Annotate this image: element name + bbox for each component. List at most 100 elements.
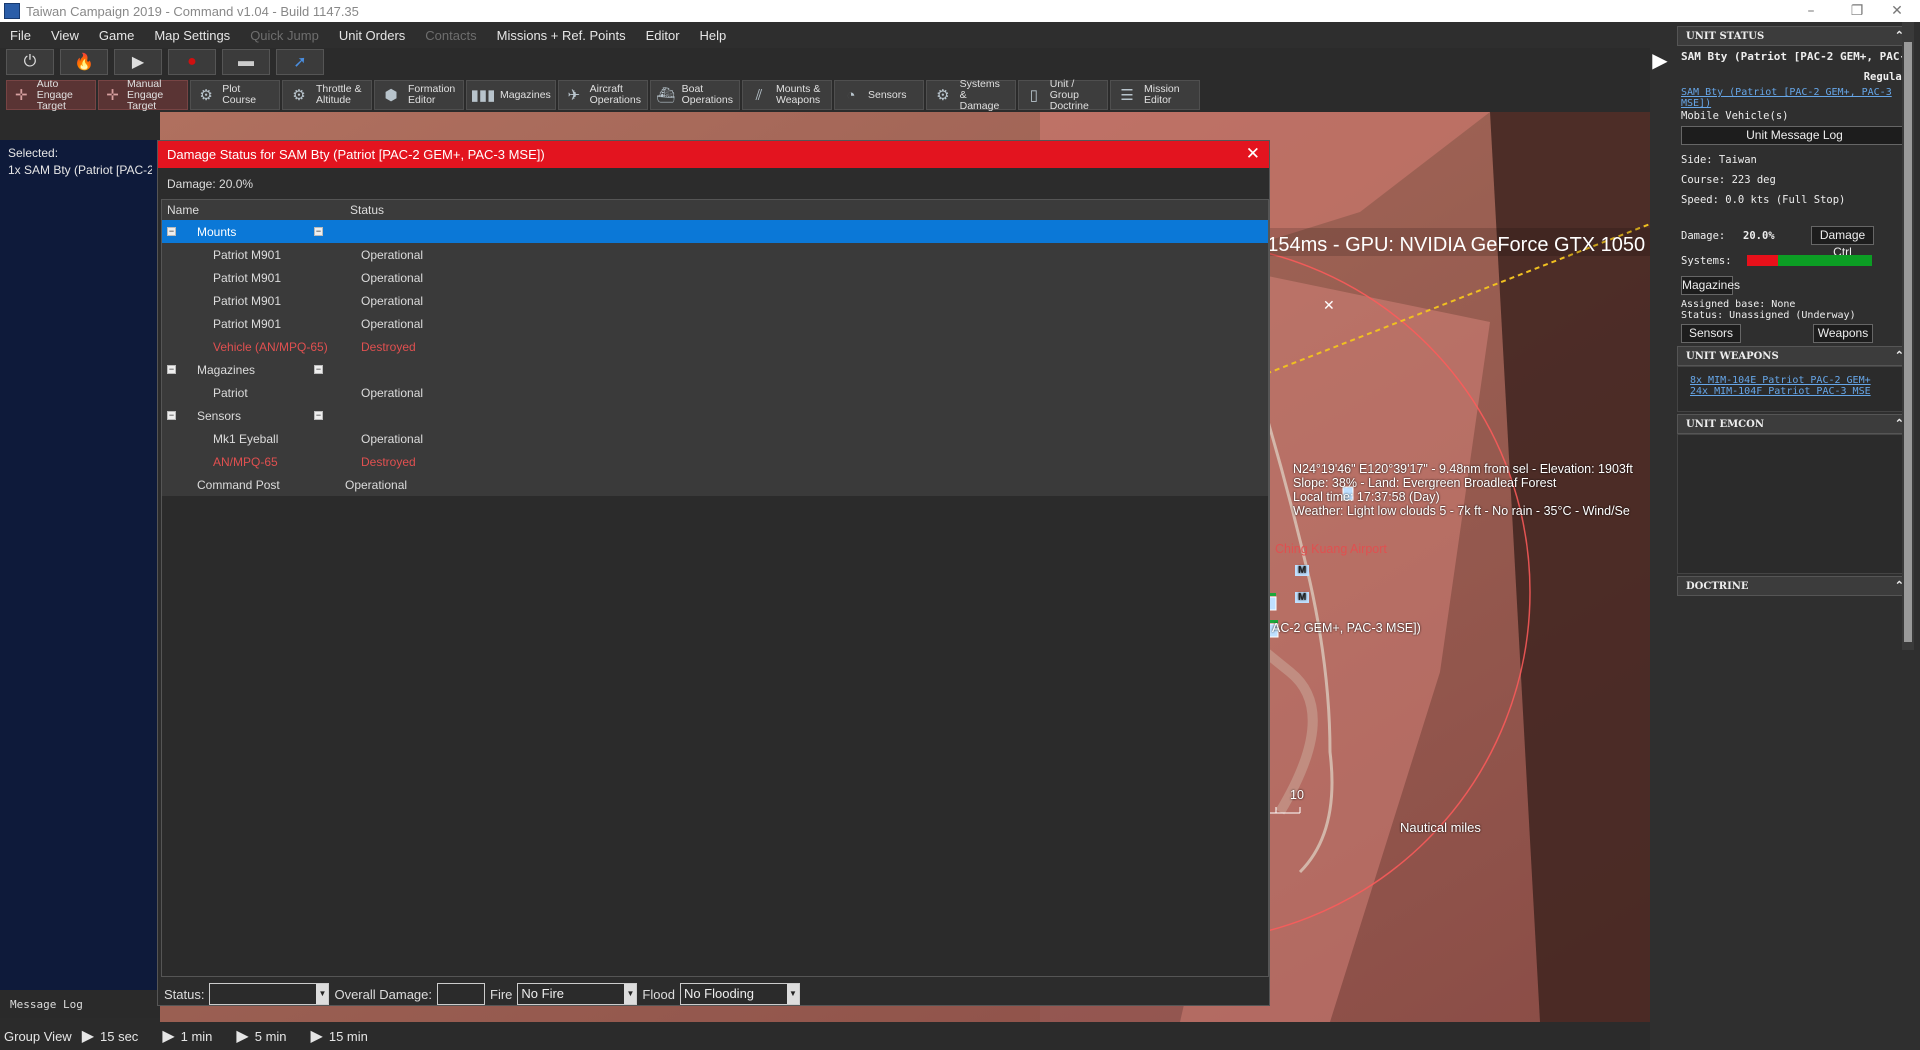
column-status[interactable]: Status bbox=[350, 203, 384, 217]
jump-button[interactable]: ➚ bbox=[276, 49, 324, 75]
group-view-button[interactable]: Group View bbox=[0, 1029, 72, 1044]
fire-button[interactable]: 🔥 bbox=[60, 49, 108, 75]
fire-select[interactable]: No Fire ▼ bbox=[517, 983, 638, 1005]
right-panel-scrollbar[interactable] bbox=[1902, 22, 1914, 650]
time-compression-button[interactable]: 15 min bbox=[329, 1029, 368, 1044]
power-button[interactable]: ⏻ bbox=[6, 49, 54, 75]
tree-row[interactable]: Patriot M901 Operational bbox=[162, 312, 1268, 335]
tree-row[interactable]: AN/MPQ-65 Destroyed bbox=[162, 450, 1268, 473]
close-icon[interactable]: ✕ bbox=[1246, 144, 1260, 164]
weapons-button[interactable]: Weapons bbox=[1813, 324, 1873, 343]
scale-tick-label: 10 bbox=[1290, 788, 1304, 802]
collapse-icon[interactable]: − bbox=[314, 411, 323, 420]
doctrine-header[interactable]: DOCTRINE ⌃ bbox=[1677, 576, 1912, 596]
tree-row[interactable]: Mk1 Eyeball Operational bbox=[162, 427, 1268, 450]
order-label-line: Operations bbox=[681, 94, 733, 106]
order-button-plot-course[interactable]: ⚙ Plot Course bbox=[190, 80, 280, 110]
menu-help[interactable]: Help bbox=[690, 28, 737, 43]
menu-game[interactable]: Game bbox=[89, 28, 144, 43]
order-label-line: Sensors bbox=[868, 88, 907, 101]
order-label-line: Doctrine bbox=[1049, 99, 1089, 112]
waypoint-marker[interactable]: ✕ bbox=[1323, 297, 1335, 313]
message-log-button[interactable]: Message Log bbox=[0, 990, 160, 1018]
damage-control-button[interactable]: Damage Ctrl bbox=[1811, 226, 1874, 259]
record-button[interactable]: ● bbox=[168, 49, 216, 75]
terrain-button[interactable]: ▬ bbox=[222, 49, 270, 75]
unit-symbol: M bbox=[1295, 565, 1310, 576]
close-icon[interactable]: ✕ bbox=[1874, 0, 1920, 22]
row-status: Operational bbox=[361, 432, 424, 446]
play-icon[interactable]: ▶ bbox=[82, 1026, 94, 1046]
tree-row[interactable]: Vehicle (AN/MPQ-65) Destroyed bbox=[162, 335, 1268, 358]
order-button-auto-engage[interactable]: ✛ Auto Engage Target bbox=[6, 78, 96, 111]
time-compression-button[interactable]: 5 min bbox=[255, 1029, 287, 1044]
magazines-button[interactable]: Magazines bbox=[1681, 276, 1740, 295]
play-icon[interactable]: ▶ bbox=[162, 1026, 174, 1046]
collapse-icon[interactable]: − bbox=[314, 227, 323, 236]
tree-row[interactable]: Command Post Operational bbox=[162, 473, 1268, 496]
order-button-systems[interactable]: ⚙ Systems & Damage bbox=[926, 78, 1016, 111]
unit-link[interactable]: SAM Bty (Patriot [PAC-2 GEM+, PAC-3 MSE]… bbox=[1681, 87, 1908, 109]
sensors-button[interactable]: Sensors bbox=[1681, 324, 1741, 343]
collapse-icon[interactable]: − bbox=[167, 365, 176, 374]
time-compression-button[interactable]: 1 min bbox=[181, 1029, 213, 1044]
tree-row[interactable]: − − Mounts bbox=[162, 220, 1268, 243]
row-name: Patriot M901 bbox=[213, 294, 282, 308]
collapse-icon[interactable]: − bbox=[314, 365, 323, 374]
order-button-sensors[interactable]: ◔ Sensors bbox=[834, 80, 924, 110]
order-button-throttle[interactable]: ⚙ Throttle & Altitude bbox=[282, 80, 372, 110]
gear-icon: ⚙ bbox=[936, 86, 950, 104]
tree-row[interactable]: Patriot Operational bbox=[162, 381, 1268, 404]
selected-unit[interactable]: 1x SAM Bty (Patriot [PAC-2 bbox=[8, 163, 152, 177]
minimize-icon[interactable]: – bbox=[1788, 0, 1834, 22]
time-compression-button[interactable]: 15 sec bbox=[100, 1029, 138, 1044]
airport-label[interactable]: Ching Kuang Airport bbox=[1275, 542, 1387, 556]
order-button-manual[interactable]: ✛ Manual Engage Target bbox=[98, 78, 188, 111]
order-label: Magazines bbox=[500, 88, 551, 101]
weapon-link[interactable]: 24x MIM-104F Patriot PAC-3 MSE bbox=[1690, 386, 1899, 397]
order-button-formation[interactable]: ⬢ Formation Editor bbox=[374, 80, 464, 110]
column-name[interactable]: Name bbox=[167, 203, 350, 217]
row-status: Operational bbox=[361, 386, 424, 400]
tree-row[interactable]: Patriot M901 Operational bbox=[162, 243, 1268, 266]
unit-label[interactable]: AC-2 GEM+, PAC-3 MSE]) bbox=[1272, 621, 1421, 635]
tree-row[interactable]: Patriot M901 Operational bbox=[162, 289, 1268, 312]
tree-row[interactable]: Patriot M901 Operational bbox=[162, 266, 1268, 289]
selected-label: Selected: bbox=[8, 146, 59, 160]
weapon-link[interactable]: 8x MIM-104E Patriot PAC-2 GEM+ bbox=[1690, 375, 1899, 386]
row-name: AN/MPQ-65 bbox=[213, 455, 278, 469]
unit-weapons-header[interactable]: UNIT WEAPONS ⌃ bbox=[1677, 346, 1912, 366]
order-button-mission[interactable]: ☰ Mission Editor bbox=[1110, 80, 1200, 110]
flood-select[interactable]: No Flooding ▼ bbox=[679, 983, 800, 1005]
play-icon[interactable]: ▶ bbox=[311, 1026, 323, 1046]
menu-unit-orders[interactable]: Unit Orders bbox=[329, 28, 415, 43]
menu-map-settings[interactable]: Map Settings bbox=[144, 28, 240, 43]
collapse-arrow-icon[interactable]: ▶ bbox=[1650, 48, 1670, 73]
unit-status-header[interactable]: UNIT STATUS ⌃ bbox=[1677, 26, 1912, 46]
play-button[interactable]: ▶ bbox=[114, 49, 162, 75]
order-label-line: Operations bbox=[589, 94, 641, 106]
menu-editor[interactable]: Editor bbox=[636, 28, 690, 43]
tree-row[interactable]: − − Sensors bbox=[162, 404, 1268, 427]
collapse-icon[interactable]: − bbox=[167, 227, 176, 236]
order-label-line: Magazines bbox=[500, 88, 551, 101]
menu-missions-ref-points[interactable]: Missions + Ref. Points bbox=[487, 28, 636, 43]
row-name: Patriot M901 bbox=[213, 248, 282, 262]
collapse-icon[interactable]: − bbox=[167, 411, 176, 420]
menu-file[interactable]: File bbox=[0, 28, 41, 43]
play-icon[interactable]: ▶ bbox=[236, 1026, 248, 1046]
order-button-mounts[interactable]: ⫽ Mounts & Weapons bbox=[742, 80, 832, 110]
sim-controls: ⏻ 🔥 ▶ ● ▬ ➚ bbox=[6, 49, 324, 77]
row-name: Sensors bbox=[197, 409, 242, 423]
throttle-icon: ⚙ bbox=[292, 86, 306, 104]
menu-view[interactable]: View bbox=[41, 28, 89, 43]
overall-damage-field[interactable] bbox=[437, 983, 486, 1005]
status-select[interactable]: ▼ bbox=[209, 983, 330, 1005]
unit-emcon-header[interactable]: UNIT EMCON ⌃ bbox=[1677, 414, 1912, 434]
order-button-unit-group[interactable]: ▯ Unit / Group Doctrine bbox=[1018, 78, 1108, 112]
order-button-magazines[interactable]: ▮▮▮ Magazines bbox=[466, 80, 556, 110]
tree-row[interactable]: − − Magazines bbox=[162, 358, 1268, 381]
order-button-boat[interactable]: ⛴ Boat Operations bbox=[650, 80, 740, 110]
order-button-aircraft[interactable]: ✈ Aircraft Operations bbox=[558, 80, 648, 110]
unit-message-log-button[interactable]: Unit Message Log bbox=[1681, 126, 1908, 145]
